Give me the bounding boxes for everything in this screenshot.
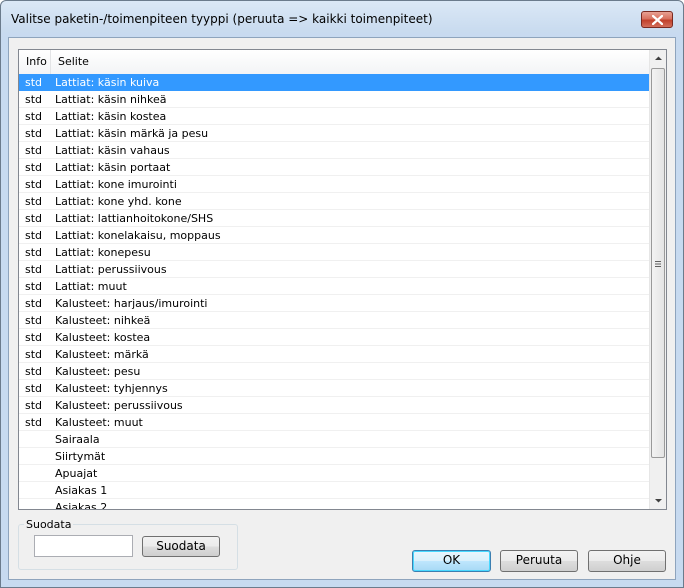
scroll-up-arrow-icon — [655, 56, 662, 60]
title-bar[interactable]: Valitse paketin-/toimenpiteen tyyppi (pe… — [1, 1, 683, 37]
row-selite-cell: Lattiat: käsin kostea — [55, 110, 167, 123]
row-selite-cell: Kalusteet: tyhjennys — [55, 382, 168, 395]
type-list[interactable]: Info Selite std Lattiat: käsin kuiva std La… — [18, 49, 667, 510]
row-selite-cell: Kalusteet: kostea — [55, 331, 151, 344]
row-selite-cell: Kalusteet: pesu — [55, 365, 141, 378]
close-icon — [652, 15, 663, 25]
row-info-cell: std — [25, 229, 43, 242]
row-info-cell: std — [25, 297, 43, 310]
row-info-cell: std — [25, 76, 43, 89]
row-selite-cell: Kalusteet: muut — [55, 416, 143, 429]
list-row[interactable]: std Lattiat: kone yhd. kone — [19, 193, 649, 210]
row-selite-cell: Lattiat: lattianhoitokone/SHS — [55, 212, 214, 225]
list-row[interactable]: std Lattiat: käsin portaat — [19, 159, 649, 176]
window-title: Valitse paketin-/toimenpiteen tyyppi (pe… — [11, 12, 433, 26]
list-row[interactable]: std Kalusteet: tyhjennys — [19, 380, 649, 397]
list-row[interactable]: std Lattiat: kone imurointi — [19, 176, 649, 193]
row-selite-cell: Kalusteet: märkä — [55, 348, 149, 361]
row-selite-cell: Siirtymät — [55, 450, 106, 463]
row-info-cell: std — [25, 110, 43, 123]
row-selite-cell: Asiakas 2 — [55, 501, 108, 510]
column-header-selite[interactable]: Selite — [51, 50, 649, 74]
list-row[interactable]: Sairaala — [19, 431, 649, 448]
list-row[interactable]: std Kalusteet: nihkeä — [19, 312, 649, 329]
filter-button[interactable]: Suodata — [142, 536, 220, 557]
scroll-down-button[interactable] — [650, 492, 666, 509]
row-selite-cell: Kalusteet: harjaus/imurointi — [55, 297, 208, 310]
row-selite-cell: Lattiat: käsin portaat — [55, 161, 171, 174]
list-row[interactable]: std Lattiat: käsin kuiva — [19, 74, 649, 91]
row-info-cell: std — [25, 365, 43, 378]
row-info-cell: std — [25, 331, 43, 344]
list-rows: std Lattiat: käsin kuiva std Lattiat: käsin… — [19, 74, 649, 510]
filter-group-label: Suodata — [24, 518, 74, 531]
scroll-down-arrow-icon — [655, 499, 662, 503]
row-info-cell: std — [25, 399, 43, 412]
scroll-thumb[interactable] — [651, 68, 665, 458]
cancel-button[interactable]: Peruuta — [500, 550, 578, 572]
row-selite-cell: Sairaala — [55, 433, 100, 446]
column-header-selite-label: Selite — [58, 55, 89, 68]
row-info-cell: std — [25, 246, 43, 259]
ok-button[interactable]: OK — [412, 550, 491, 572]
row-info-cell: std — [25, 178, 43, 191]
row-info-cell: std — [25, 348, 43, 361]
row-selite-cell: Lattiat: konepesu — [55, 246, 151, 259]
list-row[interactable]: std Kalusteet: kostea — [19, 329, 649, 346]
list-row[interactable]: std Lattiat: konelakaisu, moppaus — [19, 227, 649, 244]
row-selite-cell: Lattiat: perussiivous — [55, 263, 167, 276]
help-button[interactable]: Ohje — [588, 550, 666, 572]
column-header-info-label: Info — [26, 55, 47, 68]
list-row[interactable]: std Kalusteet: harjaus/imurointi — [19, 295, 649, 312]
list-row[interactable]: Apuajat — [19, 465, 649, 482]
row-info-cell: std — [25, 127, 43, 140]
list-row[interactable]: std Kalusteet: pesu — [19, 363, 649, 380]
row-selite-cell: Kalusteet: perussiivous — [55, 399, 183, 412]
column-header-info[interactable]: Info — [19, 50, 51, 74]
vertical-scrollbar[interactable] — [649, 50, 666, 509]
row-info-cell: std — [25, 93, 43, 106]
row-info-cell: std — [25, 382, 43, 395]
row-selite-cell: Lattiat: käsin nihkeä — [55, 93, 167, 106]
row-selite-cell: Lattiat: muut — [55, 280, 127, 293]
row-selite-cell: Lattiat: käsin vahaus — [55, 144, 170, 157]
scroll-grip-icon — [655, 261, 661, 267]
row-selite-cell: Lattiat: kone imurointi — [55, 178, 177, 191]
list-header: Info Selite — [19, 50, 649, 75]
list-row[interactable]: Asiakas 1 — [19, 482, 649, 499]
list-row[interactable]: std Lattiat: lattianhoitokone/SHS — [19, 210, 649, 227]
list-row[interactable]: std Lattiat: käsin kostea — [19, 108, 649, 125]
list-row[interactable]: Siirtymät — [19, 448, 649, 465]
list-row[interactable]: std Lattiat: käsin nihkeä — [19, 91, 649, 108]
row-selite-cell: Lattiat: käsin kuiva — [55, 76, 160, 89]
row-selite-cell: Lattiat: konelakaisu, moppaus — [55, 229, 221, 242]
list-row[interactable]: std Lattiat: perussiivous — [19, 261, 649, 278]
list-row[interactable]: std Kalusteet: muut — [19, 414, 649, 431]
filter-input[interactable] — [34, 535, 133, 557]
list-row[interactable]: Asiakas 2 — [19, 499, 649, 510]
row-info-cell: std — [25, 263, 43, 276]
list-row[interactable]: std Lattiat: käsin märkä ja pesu — [19, 125, 649, 142]
row-selite-cell: Asiakas 1 — [55, 484, 108, 497]
row-info-cell: std — [25, 195, 43, 208]
scroll-up-button[interactable] — [650, 50, 666, 67]
row-selite-cell: Lattiat: kone yhd. kone — [55, 195, 182, 208]
row-info-cell: std — [25, 144, 43, 157]
close-button[interactable] — [641, 11, 673, 28]
row-selite-cell: Lattiat: käsin märkä ja pesu — [55, 127, 209, 140]
list-row[interactable]: std Kalusteet: perussiivous — [19, 397, 649, 414]
row-info-cell: std — [25, 212, 43, 225]
list-row[interactable]: std Kalusteet: märkä — [19, 346, 649, 363]
row-info-cell: std — [25, 280, 43, 293]
list-row[interactable]: std Lattiat: käsin vahaus — [19, 142, 649, 159]
list-row[interactable]: std Lattiat: konepesu — [19, 244, 649, 261]
row-info-cell: std — [25, 161, 43, 174]
row-info-cell: std — [25, 416, 43, 429]
row-selite-cell: Kalusteet: nihkeä — [55, 314, 151, 327]
row-info-cell: std — [25, 314, 43, 327]
row-selite-cell: Apuajat — [55, 467, 98, 480]
list-row[interactable]: std Lattiat: muut — [19, 278, 649, 295]
